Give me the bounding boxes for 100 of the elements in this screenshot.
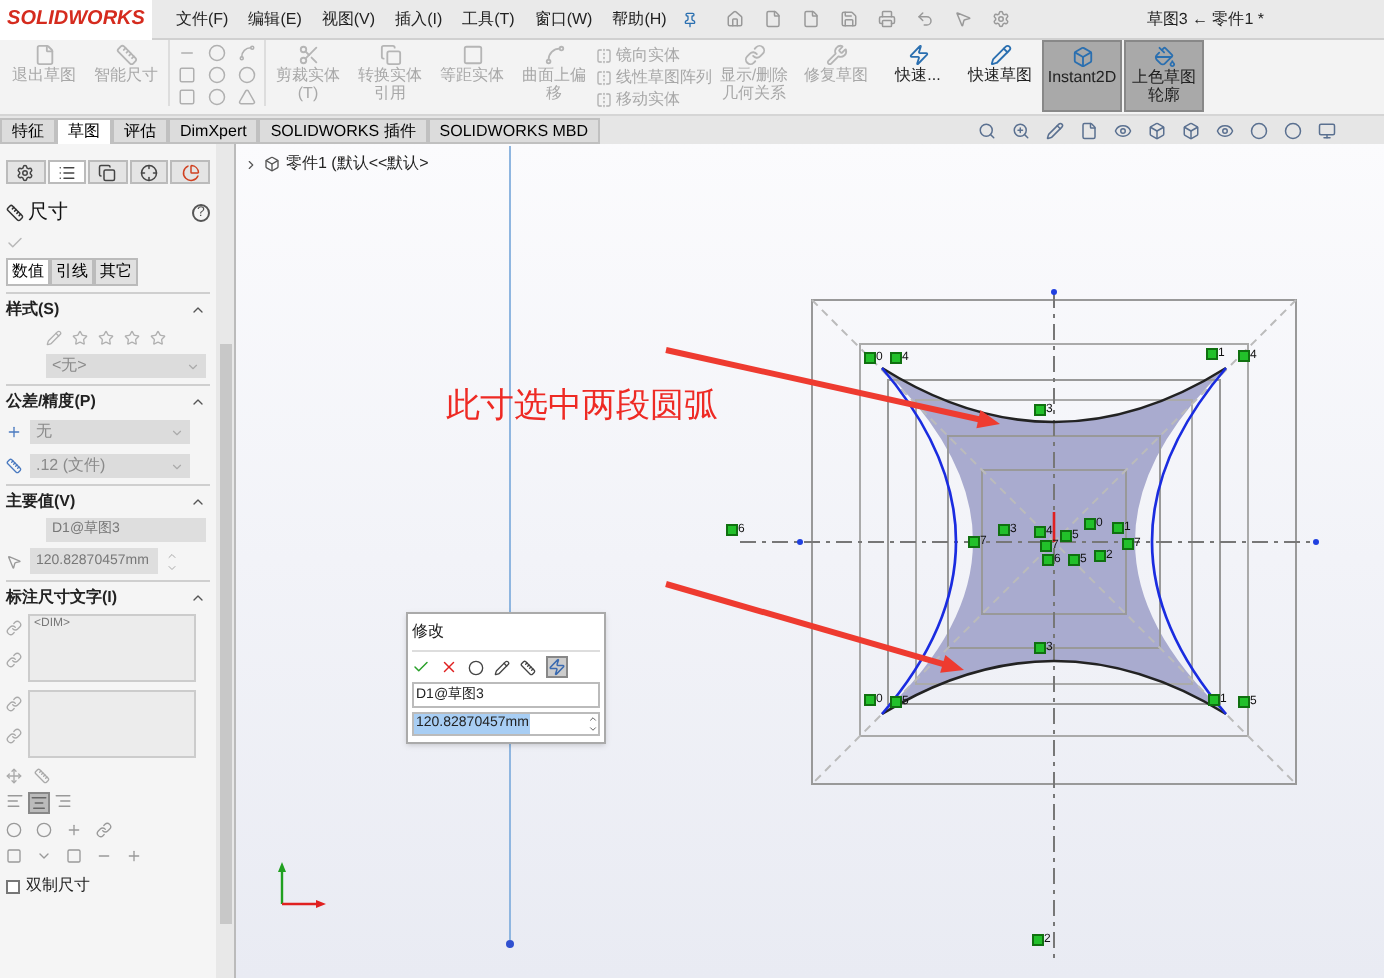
- spin-down-icon[interactable]: [166, 561, 178, 573]
- pin-icon[interactable]: [682, 11, 699, 27]
- menu-item[interactable]: 帮助(H): [612, 7, 667, 31]
- relation-marker-icon[interactable]: [726, 524, 738, 536]
- symbol-icon[interactable]: [96, 822, 112, 838]
- symbol-icon[interactable]: [126, 848, 142, 864]
- relation-marker-icon[interactable]: [1040, 540, 1052, 552]
- collapse-icon[interactable]: [190, 394, 206, 410]
- property-tab[interactable]: 其它: [94, 258, 138, 286]
- tree-item[interactable]: 零件1 (默认<<默认>: [286, 152, 429, 176]
- style-icon[interactable]: [46, 330, 62, 346]
- tab[interactable]: SOLIDWORKS 插件: [258, 118, 428, 144]
- scrollbar[interactable]: [216, 144, 234, 978]
- link-icon[interactable]: [6, 652, 22, 668]
- menu-item[interactable]: 视图(V): [321, 7, 376, 31]
- arrow-icon[interactable]: [6, 768, 22, 784]
- ruler-icon[interactable]: [520, 659, 536, 675]
- view-toolbar-icon[interactable]: [1216, 122, 1234, 140]
- view-toolbar-icon[interactable]: [1318, 122, 1336, 140]
- relation-marker-icon[interactable]: [1112, 522, 1124, 534]
- relation-marker-icon[interactable]: [968, 536, 980, 548]
- view-toolbar-icon[interactable]: [1148, 122, 1166, 140]
- ok-icon[interactable]: [412, 658, 430, 676]
- link-icon[interactable]: [6, 728, 22, 744]
- menu-item[interactable]: 编辑(E): [248, 7, 302, 31]
- mark-button[interactable]: [546, 656, 568, 678]
- relation-marker-icon[interactable]: [1208, 694, 1220, 706]
- toolbar-icon[interactable]: [954, 10, 973, 28]
- view-toolbar-icon[interactable]: [1114, 122, 1132, 140]
- style-icon[interactable]: [72, 330, 88, 346]
- toolbar-icon[interactable]: [764, 10, 783, 28]
- tab[interactable]: DimXpert: [168, 118, 259, 144]
- relation-marker-icon[interactable]: [1206, 348, 1218, 360]
- style-icon[interactable]: [150, 330, 166, 346]
- sketch-tools-icon[interactable]: [168, 40, 266, 106]
- relation-marker-icon[interactable]: [890, 352, 902, 364]
- panel-tab-icon[interactable]: [129, 160, 169, 184]
- spin-up-icon[interactable]: [588, 714, 598, 724]
- link-icon[interactable]: [6, 620, 22, 636]
- toolbar-icon[interactable]: [802, 10, 821, 28]
- checkbox[interactable]: [6, 879, 20, 893]
- tab[interactable]: 特征: [0, 118, 56, 144]
- toolbar-icon[interactable]: [878, 10, 897, 28]
- tab[interactable]: 评估: [112, 118, 168, 144]
- collapse-icon[interactable]: [190, 494, 206, 510]
- view-toolbar-icon[interactable]: [1080, 122, 1098, 140]
- style-icon[interactable]: [124, 330, 140, 346]
- view-toolbar-icon[interactable]: [1012, 122, 1030, 140]
- relation-marker-icon[interactable]: [1042, 554, 1054, 566]
- relation-marker-icon[interactable]: [864, 694, 876, 706]
- relation-marker-icon[interactable]: [1238, 696, 1250, 708]
- ribbon-button[interactable]: Instant2D: [1042, 40, 1122, 112]
- property-tab[interactable]: 数值: [6, 258, 50, 286]
- toolbar-icon[interactable]: [992, 10, 1011, 28]
- relation-marker-icon[interactable]: [1034, 526, 1046, 538]
- spin-up-icon[interactable]: [166, 549, 178, 561]
- style-icon[interactable]: [98, 330, 114, 346]
- relation-marker-icon[interactable]: [890, 696, 902, 708]
- spin-down-icon[interactable]: [588, 724, 598, 734]
- ok-icon[interactable]: [6, 234, 24, 252]
- link-icon[interactable]: [6, 696, 22, 712]
- relation-marker-icon[interactable]: [1034, 642, 1046, 654]
- relation-marker-icon[interactable]: [1068, 554, 1080, 566]
- relation-marker-icon[interactable]: [1034, 404, 1046, 416]
- tab[interactable]: 草图: [56, 118, 112, 144]
- relation-marker-icon[interactable]: [1122, 538, 1134, 550]
- menu-item[interactable]: 工具(T): [462, 7, 515, 31]
- menu-item[interactable]: 插入(I): [395, 7, 443, 31]
- menu-item[interactable]: 窗口(W): [534, 7, 593, 31]
- relation-marker-icon[interactable]: [864, 352, 876, 364]
- collapse-icon[interactable]: [190, 302, 206, 318]
- symbol-icon[interactable]: [66, 822, 82, 838]
- panel-tab-icon[interactable]: [6, 160, 46, 184]
- view-toolbar-icon[interactable]: [1182, 122, 1200, 140]
- pencil-icon[interactable]: [494, 659, 510, 675]
- dimension-text-field[interactable]: [28, 690, 196, 758]
- property-tab[interactable]: 引线: [50, 258, 94, 286]
- expand-icon[interactable]: [244, 157, 258, 171]
- ribbon-button[interactable]: 快速...: [878, 40, 958, 112]
- menu-item[interactable]: 文件(F): [176, 7, 229, 31]
- tab[interactable]: SOLIDWORKS MBD: [427, 118, 601, 144]
- close-icon[interactable]: [440, 658, 458, 676]
- relation-marker-icon[interactable]: [1238, 350, 1250, 362]
- view-toolbar-icon[interactable]: [978, 122, 996, 140]
- relation-marker-icon[interactable]: [1084, 518, 1096, 530]
- align-center-button[interactable]: [28, 792, 50, 814]
- align-left-icon[interactable]: [6, 792, 24, 810]
- view-toolbar-icon[interactable]: [1046, 122, 1064, 140]
- panel-tab-icon[interactable]: [88, 160, 128, 184]
- panel-tab-icon[interactable]: [170, 160, 210, 184]
- relation-marker-icon[interactable]: [998, 524, 1010, 536]
- relation-marker-icon[interactable]: [1094, 550, 1106, 562]
- relation-marker-icon[interactable]: [1060, 530, 1072, 542]
- align-right-icon[interactable]: [54, 792, 72, 810]
- toolbar-icon[interactable]: [916, 10, 935, 28]
- ribbon-button[interactable]: 快速草图: [960, 40, 1040, 112]
- panel-tab-icon[interactable]: [47, 160, 87, 184]
- toolbar-icon[interactable]: [840, 10, 859, 28]
- relation-marker-icon[interactable]: [1032, 934, 1044, 946]
- ribbon-button[interactable]: 上色草图轮廓: [1124, 40, 1204, 112]
